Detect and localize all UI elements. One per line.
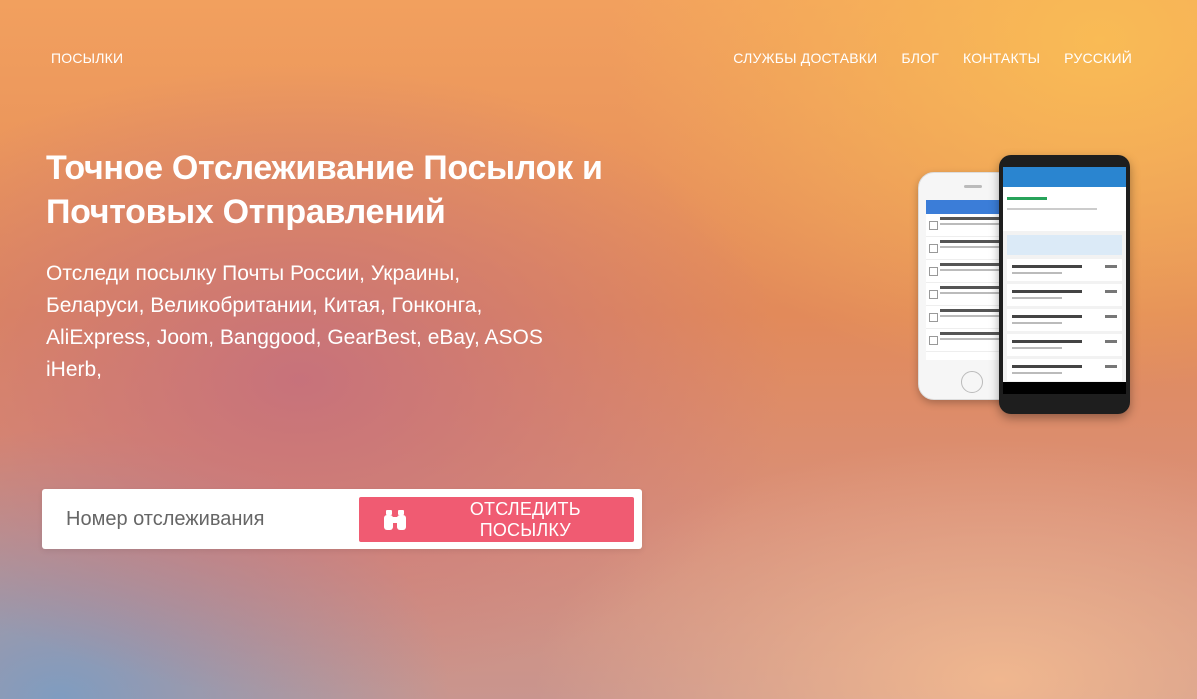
android-mockup-image [999, 155, 1130, 414]
hero-subtitle-line: iHerb, [46, 358, 103, 381]
hero-subtitle: Отследи посылку Почты России, Украины, Б… [46, 258, 546, 386]
nav-links: СЛУЖБЫ ДОСТАВКИ БЛОГ КОНТАКТЫ РУССКИЙ [733, 50, 1132, 66]
estimate-block [1007, 235, 1122, 255]
event-card [1007, 259, 1122, 281]
tracking-search-box: ОТСЛЕДИТЬ ПОСЫЛКУ [42, 489, 642, 549]
binoculars-icon [373, 497, 417, 542]
event-card [1007, 359, 1122, 381]
track-parcel-button[interactable]: ОТСЛЕДИТЬ ПОСЫЛКУ [359, 497, 634, 542]
home-button-icon [961, 371, 983, 393]
hero-title-line: Точное Отслеживание Посылок и [46, 149, 603, 187]
event-card [1007, 334, 1122, 356]
nav-link-delivery-services[interactable]: СЛУЖБЫ ДОСТАВКИ [733, 50, 877, 66]
event-card [1007, 284, 1122, 306]
top-navigation: ПОСЫЛКИ СЛУЖБЫ ДОСТАВКИ БЛОГ КОНТАКТЫ РУ… [51, 50, 1132, 70]
brand-link[interactable]: ПОСЫЛКИ [51, 50, 123, 66]
hero-title-line: Почтовых Отправлений [46, 193, 446, 231]
nav-link-contacts[interactable]: КОНТАКТЫ [963, 50, 1040, 66]
android-nav-bar [1003, 382, 1126, 394]
event-card [1007, 309, 1122, 331]
phone-speaker [964, 185, 982, 188]
nav-link-blog[interactable]: БЛОГ [901, 50, 939, 66]
hero-title: Точное Отслеживание Посылок и Почтовых О… [46, 146, 666, 234]
language-selector[interactable]: РУССКИЙ [1064, 50, 1132, 66]
tracking-number-input[interactable] [56, 497, 366, 541]
track-parcel-button-label: ОТСЛЕДИТЬ ПОСЫЛКУ [469, 498, 581, 540]
hero-subtitle-line: Отследи посылку Почты России, Украины, [46, 262, 461, 285]
android-app-bar [1003, 167, 1126, 187]
hero-subtitle-line: Беларуси, Великобритании, Китая, Гонконг… [46, 294, 483, 317]
android-screen [1003, 167, 1126, 394]
parcel-info [1003, 187, 1126, 231]
hero-subtitle-line: AliExpress, Joom, Banggood, GearBest, eB… [46, 326, 543, 349]
